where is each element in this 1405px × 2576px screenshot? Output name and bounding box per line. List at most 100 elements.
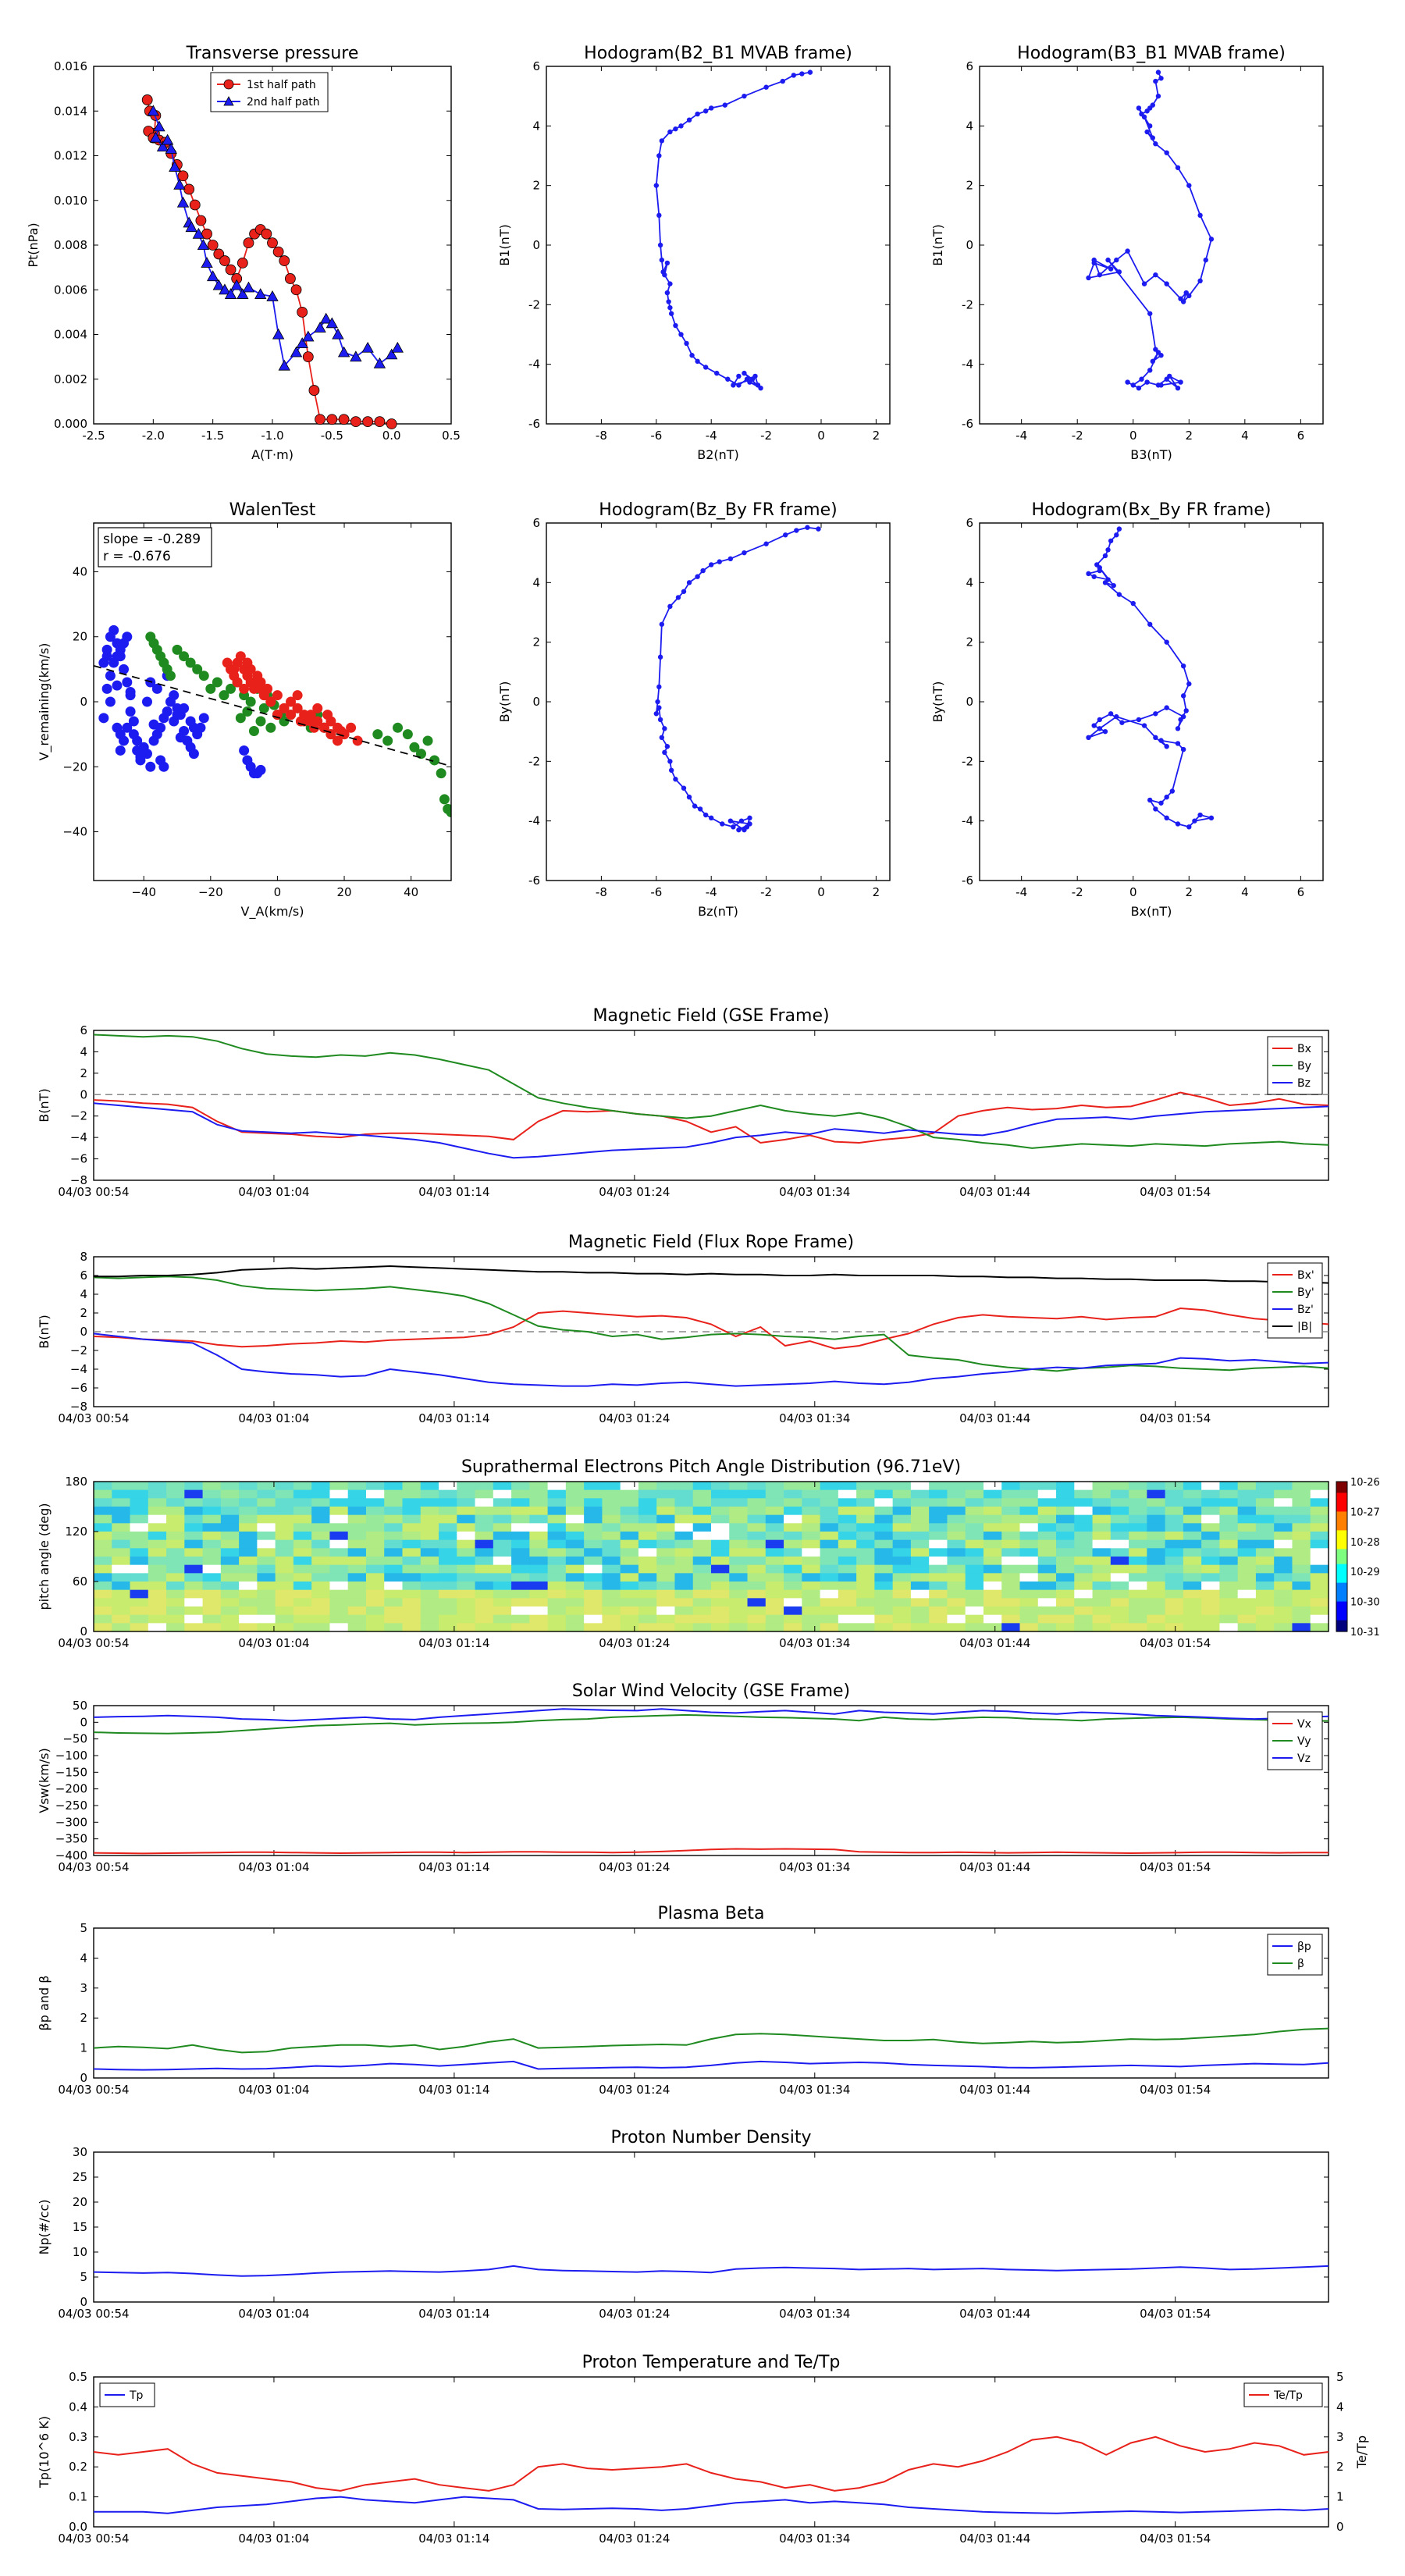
h1-hodogram-point [664,290,670,296]
heatmap-cell [275,1482,294,1491]
heatmap-cell [1201,1623,1221,1632]
heatmap-cell [965,1606,984,1616]
bfr-y-tick-label: −2 [70,1343,87,1357]
h2-hodogram-point [1144,379,1150,385]
heatmap-cell [802,1564,821,1574]
heatmap-cell [257,1548,276,1557]
h3-hodogram-point [742,827,747,833]
h1-y-axis-label: B1(nT) [497,224,512,266]
heatmap-cell [1056,1482,1075,1491]
heatmap-cell [1292,1589,1311,1599]
heatmap-cell [1074,1623,1094,1632]
heatmap-cell [1201,1573,1221,1582]
heatmap-cell [910,1623,930,1632]
beta-y-tick-label: 1 [80,2041,87,2055]
heatmap-cell [965,1598,984,1607]
heatmap-cell [148,1623,167,1632]
heatmap-cell [729,1489,749,1499]
heatmap-cell [166,1498,185,1507]
heatmap-cell [983,1514,1002,1524]
walen-point-green [212,677,222,688]
bfr-y-tick-label: 4 [80,1287,87,1301]
heatmap-cell [239,1548,258,1557]
heatmap-cell [765,1606,784,1616]
heatmap-cell [112,1514,131,1524]
heatmap-cell [947,1564,966,1574]
heatmap-cell [1274,1582,1293,1591]
h1-hodogram-point [742,370,747,376]
heatmap-cell [475,1589,494,1599]
pt-y-tick-label: 0.004 [54,328,87,342]
heatmap-cell [439,1507,457,1516]
heatmap-cell [130,1482,149,1491]
heatmap-cell [439,1606,457,1616]
heatmap-cell [947,1482,966,1491]
walen-x-tick-label: −20 [198,885,223,899]
h2-hodogram-point [1203,257,1208,263]
h3-hodogram-point [794,528,799,533]
heatmap-cell [1201,1489,1221,1499]
heatmap-cell [692,1582,712,1591]
heatmap-cell [257,1514,276,1524]
heatmap-cell [802,1539,821,1549]
heatmap-cell [1129,1489,1147,1499]
heatmap-cell [1165,1523,1184,1532]
heatmap-cell [1201,1532,1221,1541]
heatmap-cell [547,1489,567,1499]
heatmap-cell [457,1507,476,1516]
heatmap-cell [1001,1514,1021,1524]
h4-hodogram-point [1175,821,1181,827]
colorbar-segment [1336,1538,1347,1542]
heatmap-cell [384,1498,404,1507]
heatmap-cell [1001,1589,1021,1599]
heatmap-cell [656,1507,676,1516]
heatmap-cell [620,1589,639,1599]
heatmap-cell [729,1557,749,1566]
heatmap-cell [747,1498,767,1507]
h1-y-tick-label: -2 [528,297,540,311]
heatmap-cell [638,1523,657,1532]
colorbar-segment [1336,1624,1347,1628]
heatmap-cell [1310,1489,1329,1499]
vsw-time-tick-label: 04/03 01:24 [599,1860,670,1874]
heatmap-cell [1292,1598,1311,1607]
heatmap-cell [1237,1589,1257,1599]
heatmap-cell [439,1514,457,1524]
walen-point-blue [255,764,266,775]
heatmap-cell [1092,1582,1112,1591]
h2-title: Hodogram(B3_B1 MVAB frame) [1017,44,1286,63]
heatmap-cell [1274,1489,1293,1499]
colorbar-segment [1336,1485,1347,1490]
heatmap-cell [402,1598,422,1607]
heatmap-cell [365,1523,385,1532]
colorbar-segment [1336,1613,1347,1617]
heatmap-cell [239,1606,258,1616]
h4-hodogram-point [1086,735,1091,740]
tp-right-tick-label: 5 [1336,2370,1344,2384]
heatmap-cell [1129,1598,1147,1607]
heatmap-cell [1056,1548,1075,1557]
heatmap-cell [692,1548,712,1557]
heatmap-cell [529,1482,549,1491]
heatmap-cell [1274,1598,1293,1607]
h2-hodogram-point [1153,78,1158,84]
heatmap-cell [94,1623,112,1632]
h3-hodogram-point [709,562,714,568]
heatmap-cell [257,1523,276,1532]
heatmap-cell [275,1539,294,1549]
pt-x-tick-label: -1.5 [201,429,224,443]
heatmap-cell [420,1598,439,1607]
heatmap-cell [838,1598,857,1607]
heatmap-cell [1183,1606,1202,1616]
bgse-y-tick-label: −6 [70,1152,87,1166]
pt-point-first-half [261,228,272,240]
heatmap-cell [493,1573,512,1582]
heatmap-cell [1274,1548,1293,1557]
heatmap-cell [493,1564,512,1574]
h1-hodogram-point [667,129,673,135]
heatmap-cell [493,1548,512,1557]
heatmap-cell [1201,1564,1221,1574]
heatmap-cell [311,1514,331,1524]
heatmap-cell [1129,1557,1147,1566]
walen-annotation-text: r = -0.676 [103,549,171,564]
